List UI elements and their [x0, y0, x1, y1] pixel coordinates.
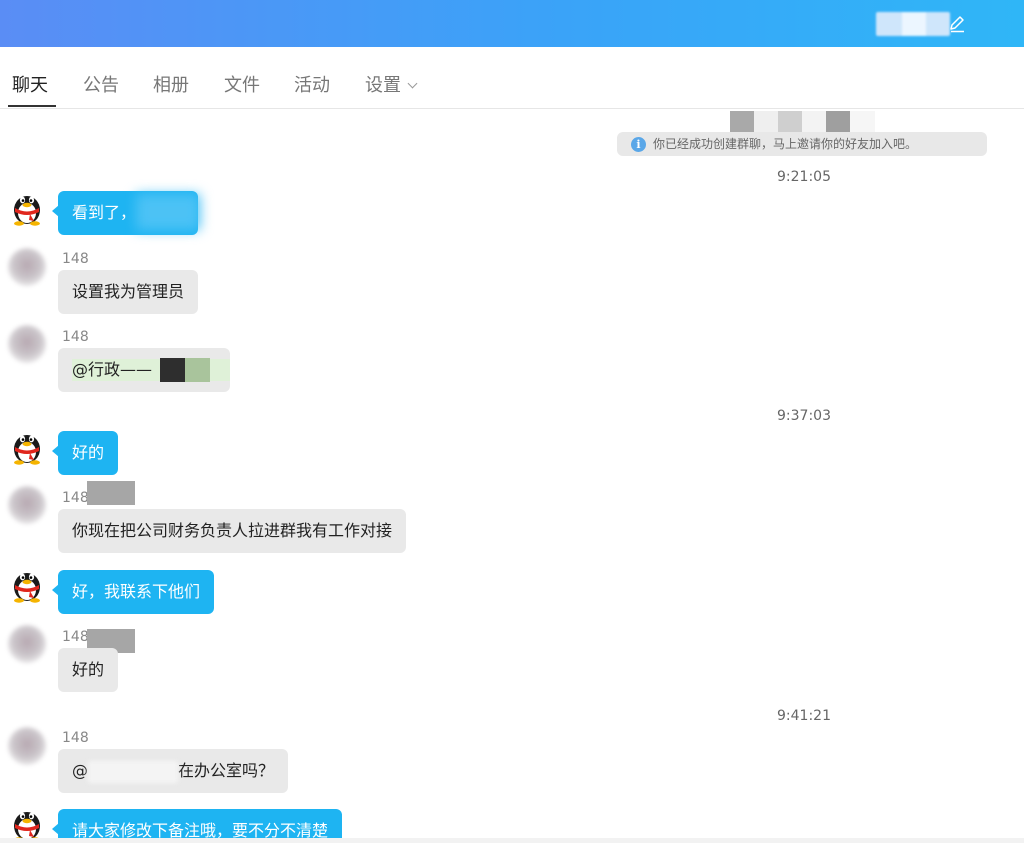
- my-message-bubble[interactable]: 好的: [51, 431, 119, 475]
- avatar[interactable]: [8, 325, 46, 363]
- avatar[interactable]: [8, 727, 46, 765]
- sender-name: 148: [62, 251, 89, 267]
- message-text: 你现在把公司财务负责人拉进群我有工作对接: [72, 521, 393, 540]
- chat-area[interactable]: i 你已经成功创建群聊，马上邀请你的好友加入吧。 9:21:05 看到了， 14…: [0, 110, 1024, 838]
- tab-settings-label: 设置: [365, 75, 401, 96]
- my-message-bubble[interactable]: 好，我联系下他们: [51, 570, 215, 614]
- message-bubble[interactable]: 好的: [58, 648, 119, 692]
- tab-activities[interactable]: 活动: [294, 71, 330, 97]
- message-text: 设置我为管理员: [72, 282, 185, 301]
- message-text: 在办公室吗？: [178, 761, 275, 780]
- message-text: 好的: [72, 660, 105, 679]
- group-name-redacted: [876, 12, 950, 36]
- my-message-bubble[interactable]: 请大家修改下备注哦，要不分不清楚: [51, 809, 343, 838]
- sender-name: 148: [62, 490, 89, 506]
- sender-name: 148: [62, 329, 89, 345]
- tab-files[interactable]: 文件: [224, 71, 260, 97]
- timestamp: 9:21:05: [777, 169, 831, 185]
- message-text: 看到了，: [72, 203, 137, 222]
- bottom-divider: [0, 838, 1024, 843]
- qq-penguin-avatar[interactable]: [8, 427, 46, 465]
- info-icon: i: [631, 137, 646, 152]
- tab-settings[interactable]: 设置: [365, 71, 418, 97]
- redacted-blur: [88, 760, 178, 783]
- tab-announcements[interactable]: 公告: [83, 71, 119, 97]
- message-bubble[interactable]: 你现在把公司财务负责人拉进群我有工作对接: [58, 509, 407, 553]
- qq-penguin-avatar[interactable]: [8, 804, 46, 838]
- redacted-mosaic: [160, 358, 185, 382]
- message-text: 请大家修改下备注哦，要不分不清楚: [72, 821, 329, 838]
- timestamp: 9:41:21: [777, 708, 831, 724]
- redacted-mosaic: [185, 358, 210, 382]
- message-bubble[interactable]: @ 在办公室吗？: [58, 749, 289, 793]
- avatar[interactable]: [8, 625, 46, 663]
- qq-penguin-avatar[interactable]: [8, 565, 46, 603]
- chevron-down-icon: [407, 78, 418, 89]
- active-tab-indicator: [8, 105, 56, 107]
- tab-album[interactable]: 相册: [153, 71, 189, 97]
- pencil-icon[interactable]: [947, 14, 967, 34]
- mention-prefix: @: [72, 761, 88, 780]
- qq-penguin-avatar[interactable]: [8, 188, 46, 226]
- redacted-blur: [136, 194, 200, 230]
- timestamp: 9:37:03: [777, 408, 831, 424]
- system-notice: i 你已经成功创建群聊，马上邀请你的好友加入吧。: [617, 132, 987, 156]
- tab-bar: 聊天 公告 相册 文件 活动 设置: [0, 47, 1024, 109]
- message-text: 好，我联系下他们: [72, 582, 201, 601]
- avatar[interactable]: [8, 248, 46, 286]
- sender-name: 148: [62, 730, 89, 746]
- message-bubble[interactable]: 设置我为管理员: [58, 270, 199, 314]
- message-text: 好的: [72, 443, 105, 462]
- sender-name: 148: [62, 629, 89, 645]
- title-bar: [0, 0, 1024, 47]
- tab-chat[interactable]: 聊天: [12, 71, 48, 97]
- redacted-mosaic: [87, 481, 135, 505]
- avatar[interactable]: [8, 486, 46, 524]
- system-notice-text: 你已经成功创建群聊，马上邀请你的好友加入吧。: [653, 137, 918, 151]
